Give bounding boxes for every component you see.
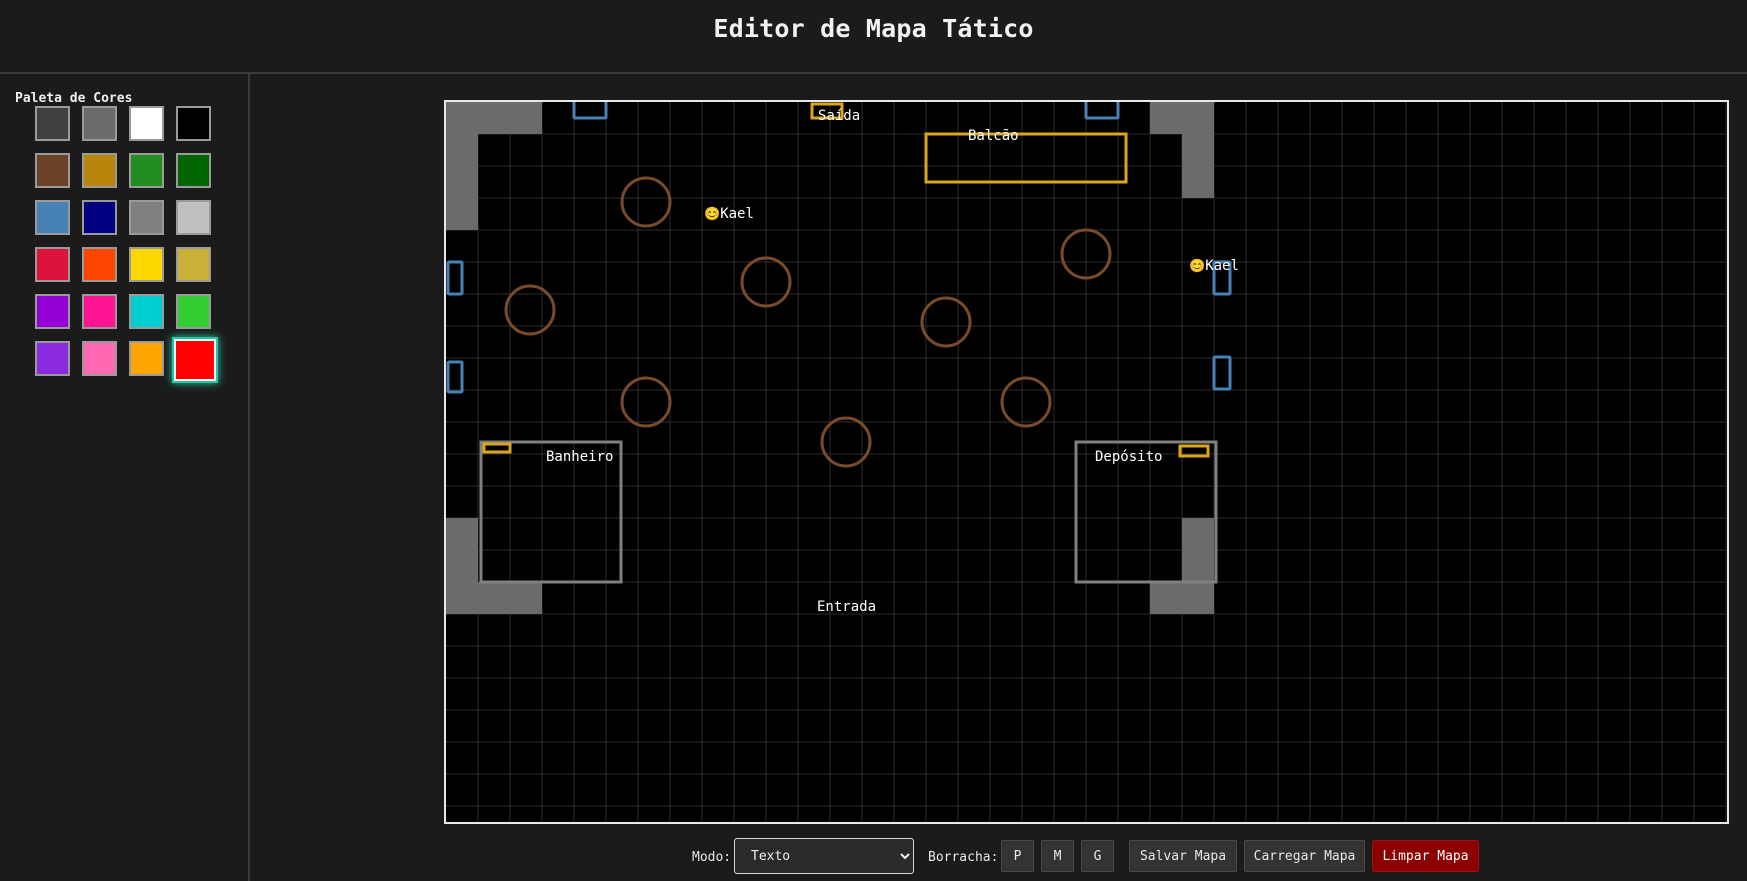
- sidebar-palette: Paleta de Cores: [0, 74, 250, 881]
- color-swatch[interactable]: [35, 153, 70, 188]
- color-swatch[interactable]: [129, 200, 164, 235]
- color-swatch[interactable]: [176, 153, 211, 188]
- label-banheiro: Banheiro: [546, 449, 614, 465]
- save-map-button[interactable]: Salvar Mapa: [1129, 840, 1237, 872]
- wall-block: [446, 102, 542, 134]
- bottom-toolbar: Modo: Texto Borracha: P M G Salvar Mapa …: [0, 838, 1747, 874]
- label-saida: Saída: [818, 108, 861, 124]
- color-swatch[interactable]: [82, 200, 117, 235]
- wall-block: [1150, 102, 1214, 134]
- wall-block: [446, 134, 478, 230]
- color-swatch[interactable]: [176, 106, 211, 141]
- color-swatch[interactable]: [129, 153, 164, 188]
- load-map-button[interactable]: Carregar Mapa: [1244, 840, 1365, 872]
- color-swatch[interactable]: [35, 106, 70, 141]
- color-swatch[interactable]: [82, 153, 117, 188]
- token-kael-2[interactable]: 😊Kael: [1189, 258, 1239, 274]
- palette-label: Paleta de Cores: [15, 91, 133, 106]
- eraser-medium-button[interactable]: M: [1041, 840, 1074, 872]
- token-name: Kael: [1205, 258, 1239, 274]
- color-swatch[interactable]: [82, 247, 117, 282]
- page-title: Editor de Mapa Tático: [713, 14, 1034, 43]
- mode-select[interactable]: Texto: [734, 838, 914, 874]
- label-entrada: Entrada: [817, 599, 877, 615]
- color-swatch[interactable]: [176, 247, 211, 282]
- token-kael-1[interactable]: 😊Kael: [704, 206, 754, 222]
- color-swatch[interactable]: [129, 341, 164, 376]
- wall-block: [1182, 134, 1214, 198]
- map-grid[interactable]: [446, 102, 1727, 822]
- color-swatch[interactable]: [176, 200, 211, 235]
- mode-label: Modo:: [692, 850, 732, 865]
- color-swatch[interactable]: [82, 341, 117, 376]
- app-header: Editor de Mapa Tático: [0, 0, 1747, 74]
- wall-block: [1150, 582, 1214, 614]
- clear-map-button[interactable]: Limpar Mapa: [1372, 840, 1479, 872]
- color-swatch[interactable]: [129, 106, 164, 141]
- label-deposito: Depósito: [1095, 449, 1163, 465]
- color-swatch[interactable]: [35, 294, 70, 329]
- wall-block: [1182, 518, 1214, 582]
- color-swatch[interactable]: [129, 247, 164, 282]
- color-swatch[interactable]: [35, 247, 70, 282]
- label-balcao: Balcão: [968, 128, 1019, 144]
- eraser-large-button[interactable]: G: [1081, 840, 1114, 872]
- color-swatch[interactable]: [174, 339, 216, 381]
- smiley-face-icon: 😊: [1189, 259, 1206, 274]
- token-name: Kael: [720, 206, 754, 222]
- color-swatch[interactable]: [35, 200, 70, 235]
- map-canvas[interactable]: Saída Balcão Banheiro Depósito Entrada 😊…: [444, 100, 1729, 824]
- wall-block: [446, 582, 542, 614]
- color-swatch[interactable]: [82, 294, 117, 329]
- eraser-small-button[interactable]: P: [1001, 840, 1034, 872]
- eraser-label: Borracha:: [928, 850, 999, 865]
- wall-block: [446, 518, 478, 582]
- color-swatch[interactable]: [35, 341, 70, 376]
- color-swatch[interactable]: [129, 294, 164, 329]
- color-swatch[interactable]: [176, 294, 211, 329]
- smiley-face-icon: 😊: [704, 207, 721, 222]
- color-swatch[interactable]: [82, 106, 117, 141]
